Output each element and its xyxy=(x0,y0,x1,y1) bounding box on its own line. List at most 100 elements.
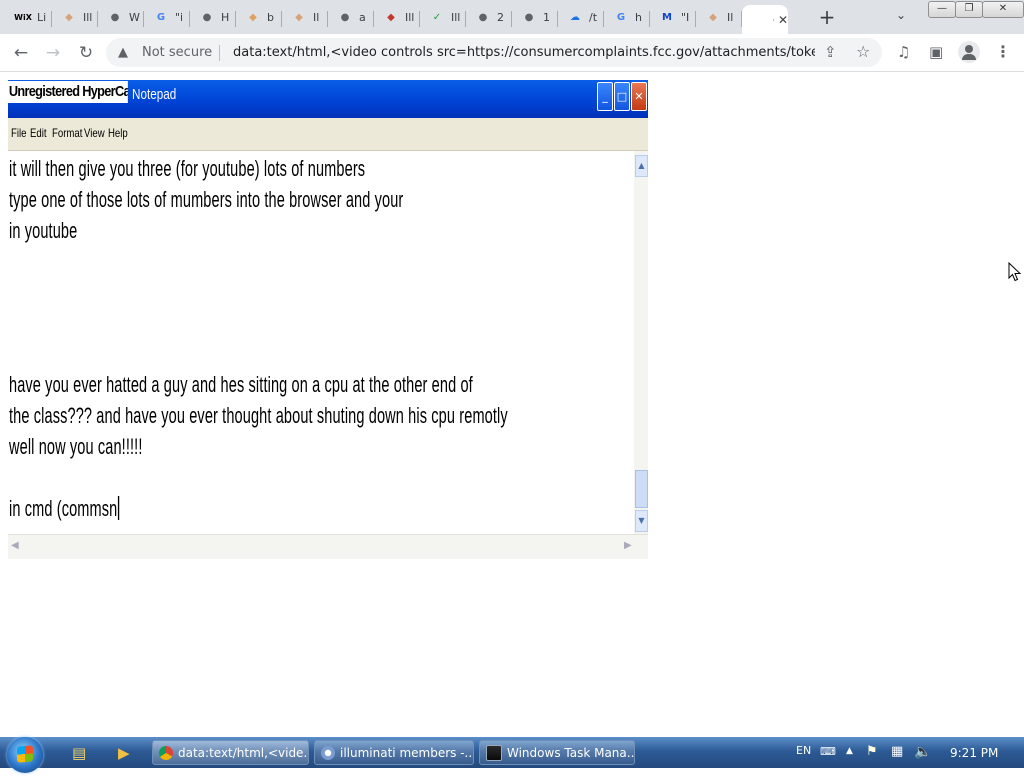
notepad-menu-help: Help xyxy=(108,126,128,140)
tab-title: Ill xyxy=(83,11,93,24)
tab[interactable]: ◆ Ill xyxy=(374,5,420,30)
reload-button[interactable]: ↻ xyxy=(75,42,97,64)
scroll-thumb xyxy=(635,470,648,508)
person-icon: ◆ xyxy=(295,12,303,23)
person-icon: ◆ xyxy=(387,12,395,23)
close-tab-icon[interactable]: ✕ xyxy=(778,13,788,27)
media-player-icon[interactable]: ▶ xyxy=(118,744,130,762)
taskbar-item-label: illuminati members -... xyxy=(340,745,474,760)
taskbar-item-browser[interactable]: illuminati members -... xyxy=(314,740,474,765)
tab-title: Il xyxy=(727,11,734,24)
tab-title: 2 xyxy=(497,11,504,24)
share-icon[interactable]: ⇪ xyxy=(824,43,837,61)
notepad-maximize-icon: □ xyxy=(614,82,630,111)
tab-active[interactable]: da ✕ xyxy=(742,5,788,34)
tab-title: h xyxy=(635,11,642,24)
scroll-right-icon: ▶ xyxy=(624,540,632,551)
google-icon: G xyxy=(156,12,166,23)
page-icon xyxy=(751,12,767,28)
bookmark-star-icon[interactable]: ☆ xyxy=(856,42,870,61)
tab[interactable]: G "i xyxy=(144,5,190,30)
tab-title: a xyxy=(359,11,366,24)
hypercam-watermark: Unregistered HyperCam 2 xyxy=(8,81,128,103)
notepad-line-text: in cmd (commsn xyxy=(9,496,118,521)
network-icon[interactable]: ▦ xyxy=(891,744,903,775)
tab[interactable]: ☁ /t xyxy=(558,5,604,30)
tab-title: Ill xyxy=(451,11,461,24)
tab[interactable]: ◆ b xyxy=(236,5,282,30)
tab[interactable]: ◆ Il xyxy=(282,5,328,30)
scroll-down-icon: ▼ xyxy=(635,510,648,532)
tab[interactable]: WiX Li xyxy=(6,5,52,30)
taskbar-item-task-manager[interactable]: Windows Task Mana... xyxy=(479,740,635,765)
forward-button[interactable]: → xyxy=(42,42,64,64)
notepad-horizontal-scrollbar: ◀ ▶ xyxy=(8,534,648,559)
tab[interactable]: ✓ Ill xyxy=(420,5,466,30)
minimize-button[interactable]: — xyxy=(928,1,956,18)
notepad-menu-format: Format xyxy=(52,126,83,140)
tab[interactable]: ◆ Il xyxy=(696,5,742,30)
profile-avatar-icon[interactable] xyxy=(958,41,980,63)
notepad-window-buttons: _ □ ✕ xyxy=(597,82,647,111)
check-icon: ✓ xyxy=(432,12,442,23)
tab[interactable]: ● 2 xyxy=(466,5,512,30)
show-hidden-icons-icon[interactable]: ▲ xyxy=(846,746,853,777)
notepad-line: have you ever hatted a guy and hes sitti… xyxy=(9,372,473,397)
task-manager-icon xyxy=(486,744,502,761)
notepad-line: type one of those lots of mumbers into t… xyxy=(9,187,404,212)
notepad-titlebar: Unregistered HyperCam 2 Notepad _ □ ✕ xyxy=(8,80,648,118)
chrome-icon xyxy=(159,745,173,760)
taskbar-item-label: data:text/html,<vide... xyxy=(178,745,309,760)
tab-title: Il xyxy=(313,11,320,24)
video-player[interactable]: Unregistered HyperCam 2 Notepad _ □ ✕ Fi… xyxy=(8,80,648,559)
person-icon: ◆ xyxy=(709,12,717,23)
tab[interactable]: M "I xyxy=(650,5,696,30)
windows-taskbar: ▤ ▶ data:text/html,<vide... illuminati m… xyxy=(0,737,1024,773)
mouse-cursor-icon xyxy=(1008,262,1022,282)
new-tab-button[interactable]: + xyxy=(816,6,838,28)
cloud-icon: ☁ xyxy=(570,12,580,23)
close-window-button[interactable]: ✕ xyxy=(982,1,1024,18)
taskbar-clock[interactable]: 9:21 PM xyxy=(950,746,998,760)
volume-icon[interactable]: 🔈 xyxy=(914,744,931,775)
tab[interactable]: ● a xyxy=(328,5,374,30)
notepad-text-area: it will then give you three (for youtube… xyxy=(8,151,634,534)
tab[interactable]: ◆ Ill xyxy=(52,5,98,30)
scroll-left-icon: ◀ xyxy=(11,540,19,551)
url-text[interactable]: data:text/html,<video controls src=https… xyxy=(233,45,815,60)
malwarebytes-icon: M xyxy=(662,12,672,23)
taskbar-item-chrome[interactable]: data:text/html,<vide... xyxy=(152,740,309,765)
globe-icon: ● xyxy=(524,12,534,23)
chrome-menu-icon[interactable]: ⋮ xyxy=(995,42,1011,61)
notepad-menu-file: File xyxy=(11,126,27,140)
window-controls: — ❐ ✕ xyxy=(928,1,1024,18)
restore-button[interactable]: ❐ xyxy=(955,1,983,18)
side-panel-icon[interactable]: ▣ xyxy=(929,43,943,61)
wix-icon: WiX xyxy=(14,13,32,22)
browser-toolbar: ← → ↻ ▲ Not secure data:text/html,<video… xyxy=(0,34,1024,72)
notepad-close-icon: ✕ xyxy=(631,82,647,111)
tab[interactable]: ● H xyxy=(190,5,236,30)
notepad-title: Notepad xyxy=(132,86,177,103)
person-icon: ◆ xyxy=(249,12,257,23)
back-button[interactable]: ← xyxy=(10,42,32,64)
tab-title: "I xyxy=(681,11,690,24)
tab-title: Li xyxy=(37,11,47,24)
warning-icon[interactable]: ▲ xyxy=(118,45,128,60)
action-center-flag-icon[interactable]: ⚑ xyxy=(866,744,878,775)
person-icon: ◆ xyxy=(65,12,73,23)
globe-icon: ● xyxy=(110,12,120,23)
keyboard-icon[interactable]: ⌨ xyxy=(820,745,836,776)
tab[interactable]: Gh xyxy=(604,5,650,30)
security-status[interactable]: Not secure xyxy=(142,45,212,60)
language-indicator[interactable]: EN xyxy=(796,744,811,775)
tab[interactable]: ● 1 xyxy=(512,5,558,30)
tab[interactable]: ● W xyxy=(98,5,144,30)
file-explorer-icon[interactable]: ▤ xyxy=(72,744,86,762)
address-bar[interactable]: ▲ Not secure data:text/html,<video contr… xyxy=(106,38,882,67)
notepad-line-last: in cmd (commsn xyxy=(9,496,120,522)
tab-search-icon[interactable]: ⌄ xyxy=(896,8,906,22)
taskbar-item-label: Windows Task Mana... xyxy=(507,745,635,760)
media-controls-icon[interactable]: ♫ xyxy=(897,43,910,61)
google-icon: G xyxy=(616,12,626,23)
